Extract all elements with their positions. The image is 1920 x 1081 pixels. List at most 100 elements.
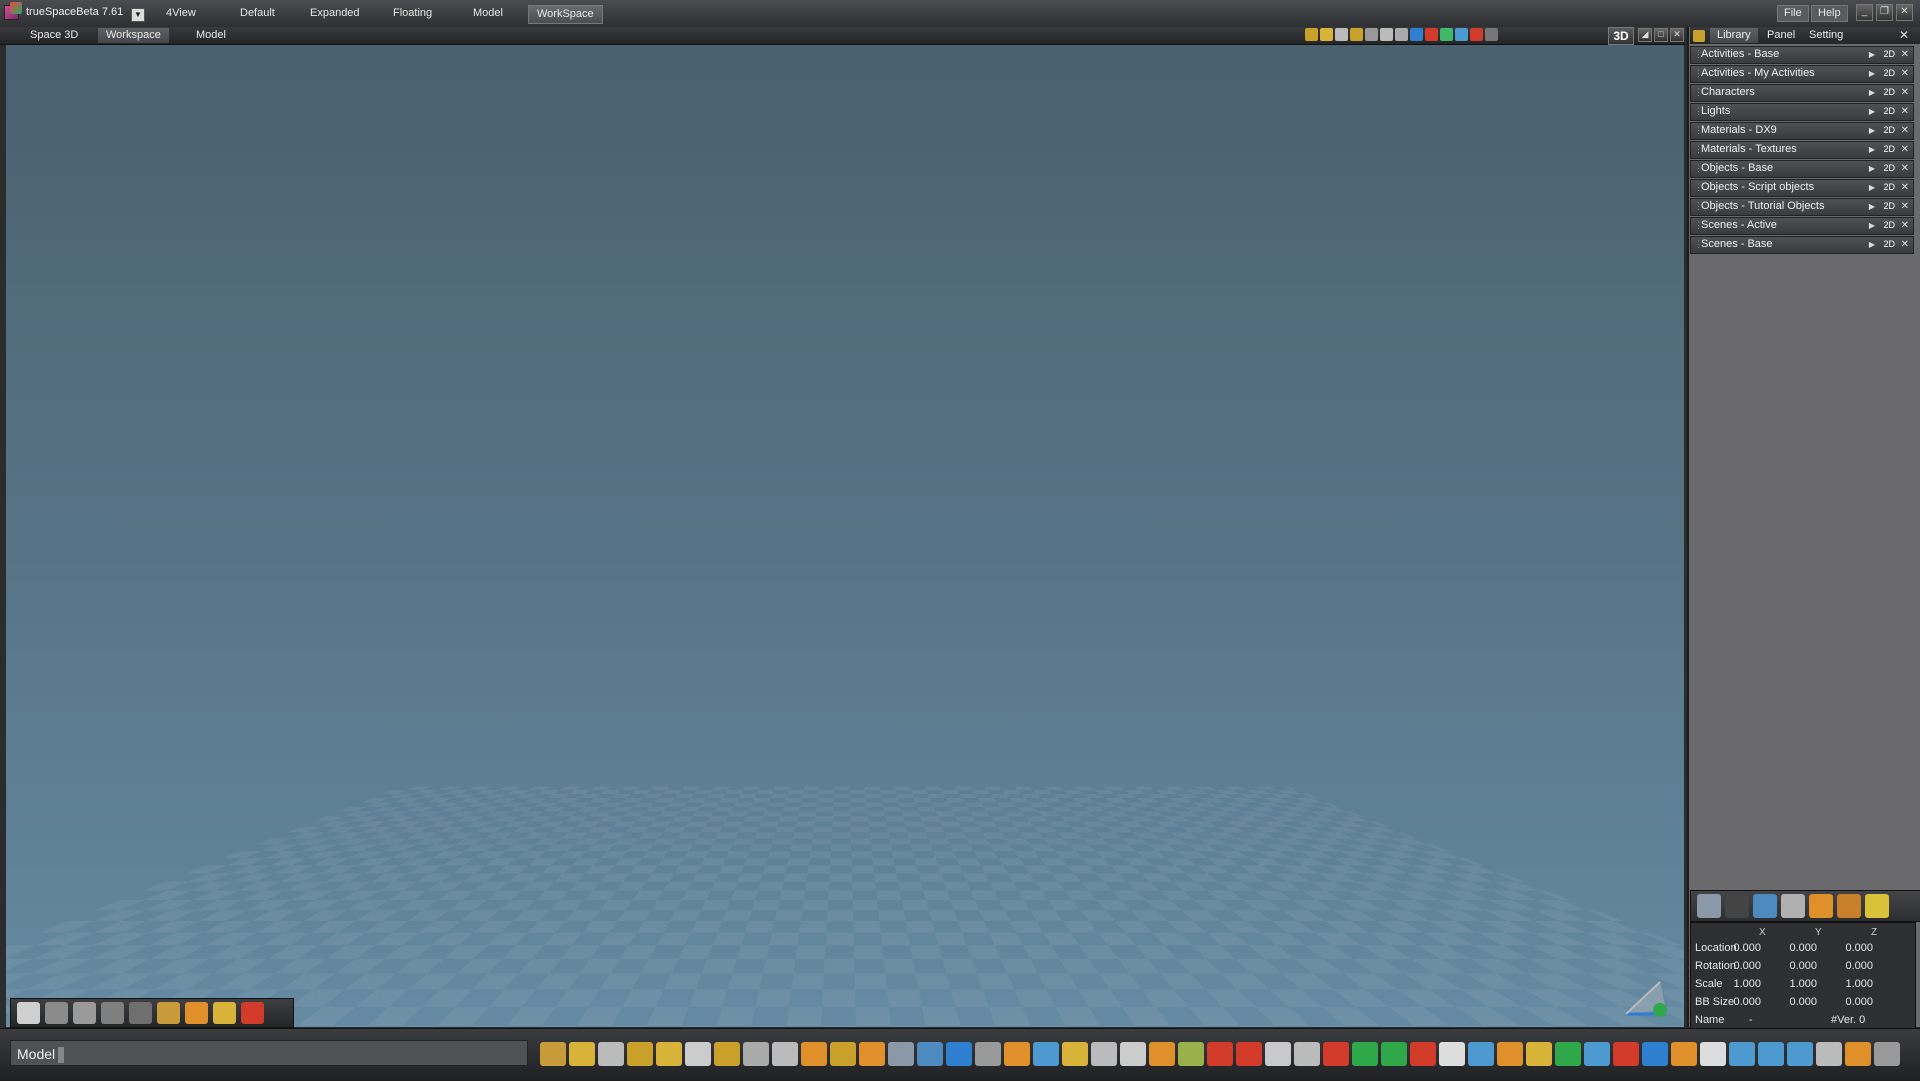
tool-cube-wire-icon[interactable]	[1816, 1042, 1842, 1066]
camera-icon[interactable]	[1725, 894, 1749, 918]
viewport-3d[interactable]	[6, 45, 1684, 1027]
tool-extrude-icon[interactable]	[1149, 1042, 1175, 1066]
tool-x-axis-icon[interactable]	[1555, 1042, 1581, 1066]
material-balls-icon[interactable]	[185, 1002, 208, 1024]
expand-arrow-icon[interactable]: ▶	[1869, 218, 1875, 233]
library-item[interactable]: ⋮ Activities - My Activities ▶ 2D ✕	[1690, 65, 1914, 83]
tab-setting[interactable]: Setting	[1802, 28, 1850, 43]
close-icon[interactable]: ✕	[1901, 47, 1909, 62]
rotation-z-field[interactable]: 0.000	[1829, 958, 1873, 975]
bbsize-z-field[interactable]: 0.000	[1829, 994, 1873, 1011]
close-icon[interactable]: ✕	[1901, 218, 1909, 233]
select-arrow-icon[interactable]	[17, 1002, 40, 1024]
tool-y-axis-icon[interactable]	[1584, 1042, 1610, 1066]
layout-tab-default[interactable]: Default	[232, 5, 283, 22]
render-icon[interactable]	[1425, 28, 1438, 41]
tool-table-icon[interactable]	[1236, 1042, 1262, 1066]
rotate-icon[interactable]	[1320, 28, 1333, 41]
tab-model[interactable]: Model	[188, 28, 234, 43]
library-item[interactable]: ⋮ Objects - Script objects ▶ 2D ✕	[1690, 179, 1914, 197]
zoom-icon[interactable]	[1380, 28, 1393, 41]
tool-grid-icon[interactable]	[888, 1042, 914, 1066]
tool-bone-icon[interactable]	[1497, 1042, 1523, 1066]
tool-arch-icon[interactable]	[1265, 1042, 1291, 1066]
tool-ruler-icon[interactable]	[830, 1042, 856, 1066]
tool-select-icon[interactable]	[1700, 1042, 1726, 1066]
viewport-close-icon[interactable]: ✕	[1670, 28, 1684, 42]
grid-view-icon[interactable]	[1697, 894, 1721, 918]
layout-tab-workspace[interactable]: WorkSpace	[528, 5, 603, 24]
tool-axes-icon[interactable]	[714, 1042, 740, 1066]
tool-star-icon[interactable]	[1671, 1042, 1697, 1066]
expand-arrow-icon[interactable]: ▶	[1869, 161, 1875, 176]
tab-library[interactable]: Library	[1710, 28, 1758, 43]
scale-z-field[interactable]: 1.000	[1829, 976, 1873, 993]
tool-loop-icon[interactable]	[1642, 1042, 1668, 1066]
expand-arrow-icon[interactable]: ▶	[1869, 180, 1875, 195]
material-icon[interactable]	[1410, 28, 1423, 41]
tool-cube-blue-icon[interactable]	[946, 1042, 972, 1066]
light-icon[interactable]	[213, 1002, 236, 1024]
tool-window-icon[interactable]	[1381, 1042, 1407, 1066]
axis-z-icon[interactable]	[1470, 28, 1483, 41]
plane-icon[interactable]	[101, 1002, 124, 1024]
layout-dropdown-icon[interactable]: ▼	[131, 8, 145, 22]
tab-workspace[interactable]: Workspace	[98, 28, 169, 43]
light-bulb-icon[interactable]	[1865, 894, 1889, 918]
close-icon[interactable]: ✕	[1901, 199, 1909, 214]
tool-pan-icon[interactable]	[627, 1042, 653, 1066]
tool-box-icon[interactable]	[859, 1042, 885, 1066]
layout-tab-4view[interactable]: 4View	[158, 5, 204, 22]
tool-furniture-icon[interactable]	[1323, 1042, 1349, 1066]
expand-arrow-icon[interactable]: ▶	[1869, 237, 1875, 252]
tool-move-icon[interactable]	[569, 1042, 595, 1066]
tool-rotate-icon[interactable]	[656, 1042, 682, 1066]
tab-panel[interactable]: Panel	[1760, 28, 1802, 43]
close-icon[interactable]: ✕	[1901, 161, 1909, 176]
tool-light-icon[interactable]	[1845, 1042, 1871, 1066]
tool-material-icon[interactable]	[917, 1042, 943, 1066]
tool-walk-icon[interactable]	[1787, 1042, 1813, 1066]
tool-heart-icon[interactable]	[1410, 1042, 1436, 1066]
tool-door-icon[interactable]	[1352, 1042, 1378, 1066]
axis-y-icon[interactable]	[1455, 28, 1468, 41]
grid-icon[interactable]	[1485, 28, 1498, 41]
command-line[interactable]: Model	[10, 1040, 528, 1066]
tool-brush-icon[interactable]	[801, 1042, 827, 1066]
view-mode-3d-button[interactable]: 3D	[1608, 27, 1634, 45]
tool-deform-icon[interactable]	[540, 1042, 566, 1066]
panel-close-icon[interactable]: ✕	[1899, 28, 1909, 42]
library-item[interactable]: ⋮ Materials - DX9 ▶ 2D ✕	[1690, 122, 1914, 140]
library-item[interactable]: ⋮ Objects - Base ▶ 2D ✕	[1690, 160, 1914, 178]
tool-camera-icon[interactable]	[1874, 1042, 1900, 1066]
location-y-field[interactable]: 0.000	[1773, 940, 1817, 957]
expand-arrow-icon[interactable]: ▶	[1869, 85, 1875, 100]
rotation-y-field[interactable]: 0.000	[1773, 958, 1817, 975]
close-icon[interactable]: ✕	[1901, 66, 1909, 81]
scale-y-field[interactable]: 1.000	[1773, 976, 1817, 993]
close-icon[interactable]: ✕	[1901, 237, 1909, 252]
library-item[interactable]: ⋮ Scenes - Base ▶ 2D ✕	[1690, 236, 1914, 254]
tool-pose-icon[interactable]	[1758, 1042, 1784, 1066]
tool-zoom-icon[interactable]	[772, 1042, 798, 1066]
folder-icon[interactable]	[1781, 894, 1805, 918]
tool-object-icon[interactable]	[1004, 1042, 1030, 1066]
close-icon[interactable]: ✕	[1896, 4, 1913, 21]
expand-arrow-icon[interactable]: ▶	[1869, 66, 1875, 81]
scale-icon[interactable]	[1335, 28, 1348, 41]
library-item[interactable]: ⋮ Objects - Tutorial Objects ▶ 2D ✕	[1690, 198, 1914, 216]
axis-gizmo[interactable]	[1620, 962, 1670, 1020]
restore-icon[interactable]: ❐	[1876, 4, 1893, 21]
tool-bend-icon[interactable]	[1033, 1042, 1059, 1066]
tool-roof-icon[interactable]	[1294, 1042, 1320, 1066]
viewport-maximize-icon[interactable]: □	[1654, 28, 1668, 42]
paint-bucket-icon[interactable]	[1837, 894, 1861, 918]
close-icon[interactable]: ✕	[1901, 123, 1909, 138]
tool-axis-3d-icon[interactable]	[1439, 1042, 1465, 1066]
tool-skin-icon[interactable]	[1178, 1042, 1204, 1066]
orbit-icon[interactable]	[1365, 28, 1378, 41]
cylinder-icon[interactable]	[129, 1002, 152, 1024]
tool-ik-icon[interactable]	[1526, 1042, 1552, 1066]
tool-figure-icon[interactable]	[1729, 1042, 1755, 1066]
primitive-box-icon[interactable]	[241, 1002, 264, 1024]
